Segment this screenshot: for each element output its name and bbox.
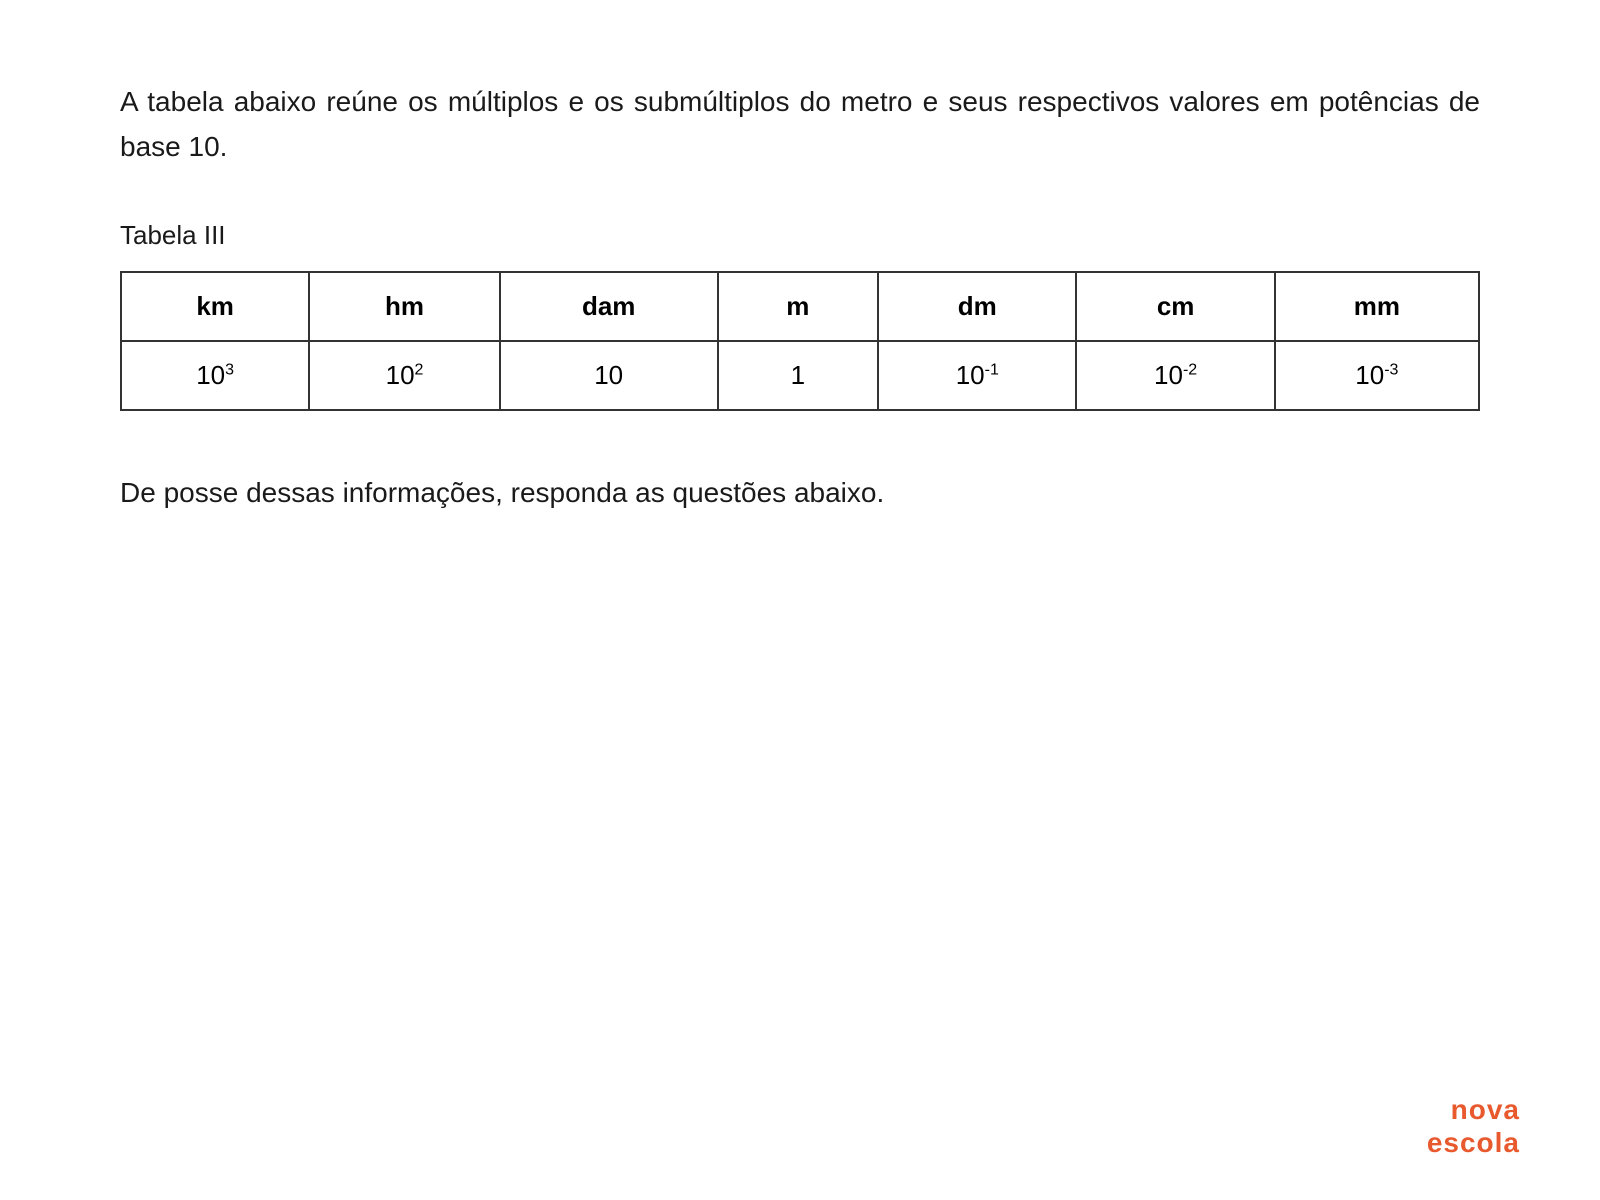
header-dam: dam bbox=[500, 272, 718, 341]
cell-mm: 10-3 bbox=[1275, 341, 1479, 410]
header-mm: mm bbox=[1275, 272, 1479, 341]
cell-hm: 102 bbox=[309, 341, 500, 410]
cell-dm: 10-1 bbox=[878, 341, 1076, 410]
cell-m: 1 bbox=[718, 341, 879, 410]
conclusion-paragraph: De posse dessas informações, responda as… bbox=[120, 471, 1480, 516]
main-content: A tabela abaixo reúne os múltiplos e os … bbox=[0, 0, 1600, 595]
units-table: km hm dam m dm cm mm 103 102 10 1 10-1 1… bbox=[120, 271, 1480, 411]
table-header-row: km hm dam m dm cm mm bbox=[121, 272, 1479, 341]
brand-line1: nova bbox=[1427, 1093, 1520, 1127]
exp-hm: 2 bbox=[415, 361, 424, 378]
table-data-row: 103 102 10 1 10-1 10-2 10-3 bbox=[121, 341, 1479, 410]
intro-paragraph: A tabela abaixo reúne os múltiplos e os … bbox=[120, 80, 1480, 170]
header-hm: hm bbox=[309, 272, 500, 341]
header-m: m bbox=[718, 272, 879, 341]
exp-mm: -3 bbox=[1384, 361, 1398, 378]
header-dm: dm bbox=[878, 272, 1076, 341]
table-label: Tabela III bbox=[120, 220, 1480, 251]
header-km: km bbox=[121, 272, 309, 341]
exp-dm: -1 bbox=[985, 361, 999, 378]
brand-logo: nova escola bbox=[1427, 1093, 1520, 1160]
cell-cm: 10-2 bbox=[1076, 341, 1274, 410]
exp-km: 3 bbox=[225, 361, 234, 378]
exp-cm: -2 bbox=[1183, 361, 1197, 378]
cell-km: 103 bbox=[121, 341, 309, 410]
cell-dam: 10 bbox=[500, 341, 718, 410]
header-cm: cm bbox=[1076, 272, 1274, 341]
brand-line2: escola bbox=[1427, 1126, 1520, 1160]
